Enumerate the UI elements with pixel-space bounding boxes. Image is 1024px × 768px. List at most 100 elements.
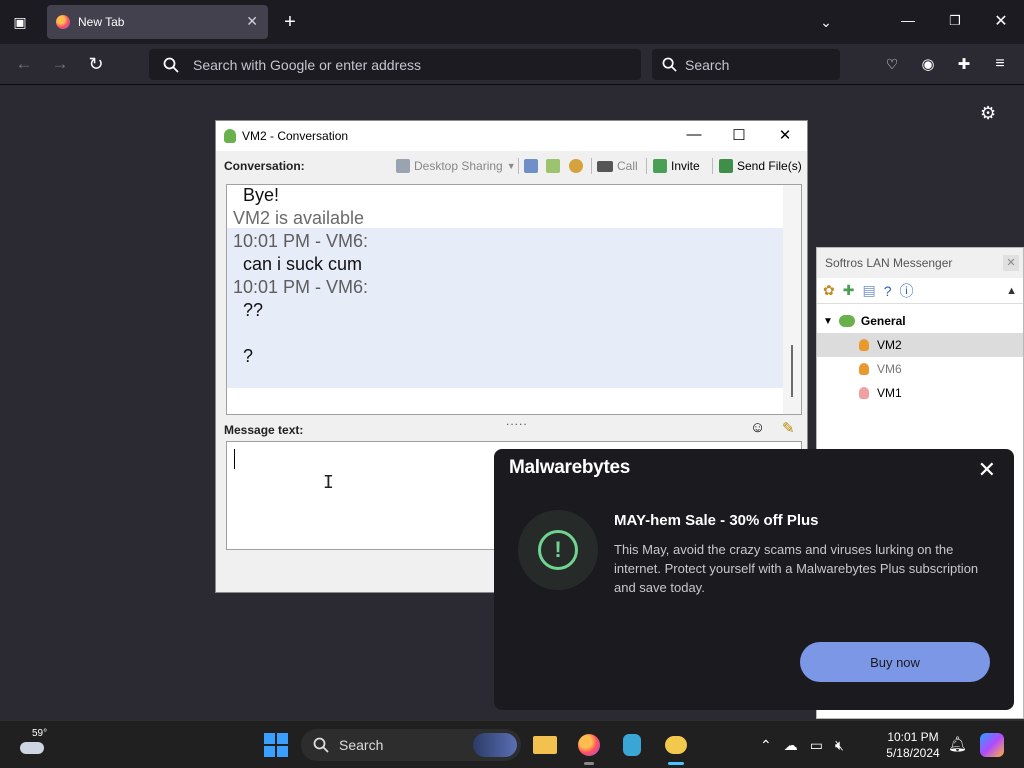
forward-arrow-icon[interactable]: → [50, 53, 70, 75]
extensions-icon[interactable]: ✚ [954, 54, 974, 74]
buy-now-button[interactable]: Buy now [800, 642, 990, 682]
firefox-icon [56, 15, 70, 29]
malwarebytes-logo: Malwarebytes [509, 457, 631, 478]
taskbar-search[interactable]: Search [301, 729, 521, 761]
new-tab-button[interactable]: + [280, 10, 300, 34]
conversation-history[interactable]: Bye! VM2 is available 10:01 PM - VM6: ca… [226, 184, 802, 415]
network-icon[interactable]: ▭ [810, 737, 823, 754]
user-name: VM2 [877, 338, 902, 352]
history-button[interactable] [524, 159, 538, 173]
notification-heading: MAY-hem Sale - 30% off Plus [614, 512, 819, 529]
tab-title: New Tab [78, 15, 125, 29]
add-contact-icon[interactable]: ✚ [843, 282, 855, 299]
help-icon[interactable]: ? [884, 283, 892, 299]
settings-icon [569, 159, 583, 173]
url-bar[interactable]: Search with Google or enter address [149, 49, 641, 80]
clock-date: 5/18/2024 [886, 746, 940, 760]
browser-tab-bar: ▣ New Tab ✕ + ⌄ — ❐ ✕ [0, 0, 1024, 44]
user-item-vm6[interactable]: VM6 [817, 357, 1023, 381]
scrollbar-thumb[interactable] [791, 345, 793, 397]
text-cursor-icon: I [323, 472, 334, 493]
close-icon[interactable]: ✕ [1003, 255, 1019, 271]
user-icon [859, 387, 869, 399]
account-icon[interactable]: ◉ [918, 54, 938, 74]
lan-messenger-title: Softros LAN Messenger [825, 256, 953, 270]
user-item-vm2[interactable]: VM2 [817, 333, 1023, 357]
toolbar-separator [518, 158, 519, 174]
restore-window-button[interactable]: ❐ [945, 10, 965, 32]
taskbar-search-label: Search [339, 737, 384, 753]
edit-note-icon[interactable]: ✎ [782, 419, 795, 437]
save-conversation-button[interactable] [546, 159, 560, 173]
copilot-icon[interactable] [980, 733, 1004, 757]
user-name: VM1 [877, 386, 902, 400]
lan-messenger-taskbar-icon[interactable] [618, 731, 646, 759]
tab-overview-icon[interactable]: ▣ [10, 12, 30, 32]
volume-icon[interactable]: 🔇︎ [835, 737, 844, 754]
chevron-down-icon: ▼ [506, 161, 516, 171]
conversation-taskbar-icon[interactable] [662, 731, 690, 765]
group-general[interactable]: ▼ General [817, 309, 1023, 333]
gear-icon[interactable]: ⚙ [980, 103, 996, 124]
exclamation-icon: ! [538, 530, 578, 570]
weather-widget[interactable]: 59° [18, 728, 58, 760]
message-text-label: Message text: [224, 423, 304, 437]
new-messages-highlight [227, 228, 783, 388]
search-bar[interactable]: Search [652, 49, 840, 80]
search-icon [163, 57, 179, 73]
search-icon [313, 737, 329, 753]
chevron-up-icon[interactable]: ⌃ [760, 737, 772, 754]
clock[interactable]: 10:01 PM 5/18/2024 [884, 729, 942, 761]
send-files-button[interactable]: Send File(s) [719, 159, 802, 173]
message-text: can i suck cum [243, 254, 363, 274]
pocket-icon[interactable]: ♡ [882, 54, 902, 74]
message-text: ? [243, 346, 254, 366]
tab-new-tab[interactable]: New Tab ✕ [47, 5, 268, 39]
user-icon [859, 363, 869, 375]
message-header: 10:01 PM - VM6: [233, 277, 369, 297]
emoji-icon[interactable]: ☺ [750, 419, 765, 436]
info-icon[interactable]: ⓘ [900, 281, 914, 301]
chevron-up-icon[interactable]: ▲ [1006, 285, 1017, 297]
file-explorer-icon[interactable] [531, 731, 559, 759]
user-name: VM6 [877, 362, 902, 376]
notebook-icon [524, 159, 538, 173]
temperature: 59° [32, 728, 48, 739]
conversation-titlebar[interactable]: VM2 - Conversation — ☐ ✕ [216, 121, 807, 151]
add-users-icon [653, 159, 667, 173]
reload-icon[interactable]: ↻ [86, 53, 106, 75]
user-icon [224, 129, 236, 143]
lan-messenger-titlebar[interactable]: Softros LAN Messenger ✕ [817, 248, 1023, 278]
clock-time: 10:01 PM [887, 730, 939, 744]
conversation-label: Conversation: [224, 159, 305, 173]
notebook-icon[interactable]: ▤ [862, 282, 875, 299]
minimize-button[interactable]: — [684, 126, 704, 143]
options-button[interactable] [569, 159, 583, 173]
firefox-taskbar-icon[interactable] [575, 731, 603, 765]
start-button[interactable] [264, 733, 288, 757]
user-item-vm1[interactable]: VM1 [817, 381, 1023, 405]
list-tabs-chevron-icon[interactable]: ⌄ [816, 12, 836, 32]
close-tab-icon[interactable]: ✕ [246, 13, 258, 30]
call-button[interactable]: Call [597, 159, 638, 173]
close-icon[interactable]: ✕ [978, 457, 996, 483]
splitter-handle[interactable]: ..... [506, 414, 528, 428]
minimize-window-button[interactable]: — [898, 10, 918, 30]
menu-icon[interactable]: ≡ [990, 54, 1010, 74]
bell-icon[interactable]: 🔔︎ [948, 735, 967, 753]
invite-button[interactable]: Invite [653, 159, 700, 173]
toolbar-separator [712, 158, 713, 174]
maximize-button[interactable]: ☐ [729, 126, 749, 144]
onedrive-icon[interactable]: ☁ [784, 737, 798, 754]
close-window-button[interactable]: ✕ [991, 10, 1011, 32]
settings-icon[interactable]: ✿ [823, 282, 835, 299]
search-highlight-icon [473, 733, 517, 757]
group-icon [838, 315, 855, 327]
desktop-sharing-button[interactable]: Desktop Sharing ▼ [396, 159, 516, 173]
monitor-icon [396, 159, 410, 173]
url-bar-placeholder: Search with Google or enter address [193, 56, 422, 73]
close-button[interactable]: ✕ [775, 126, 795, 144]
user-icon [859, 339, 869, 351]
cloud-icon [20, 742, 44, 754]
back-arrow-icon[interactable]: ← [14, 53, 34, 75]
